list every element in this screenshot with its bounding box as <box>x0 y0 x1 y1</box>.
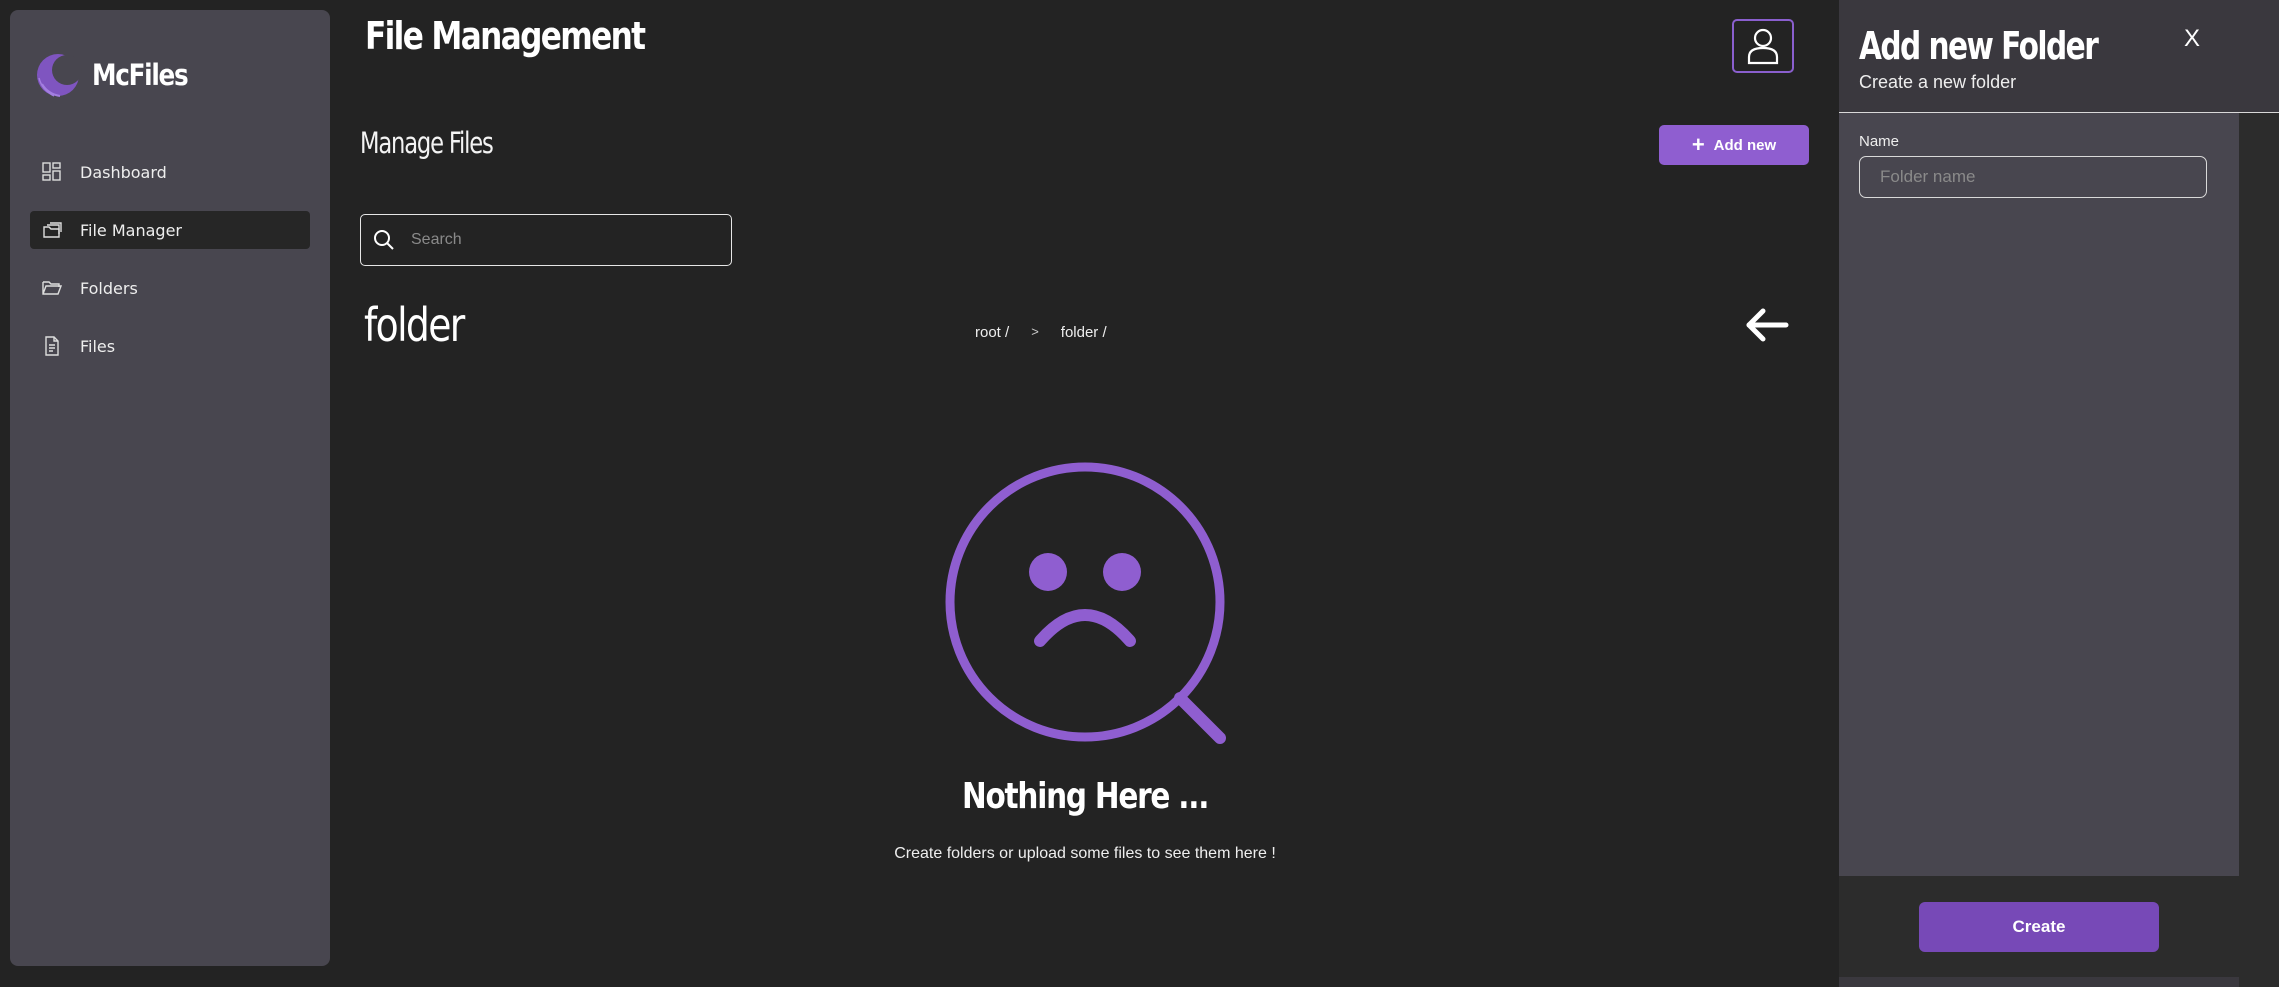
panel-body: Name <box>1839 113 2239 876</box>
dashboard-grid-icon <box>42 162 61 181</box>
empty-state-illustration <box>940 455 1230 755</box>
arrow-left-icon <box>1746 308 1789 342</box>
section-title: Manage Files <box>360 126 494 160</box>
breadcrumb-separator: > <box>1031 324 1039 339</box>
folder-name-input[interactable] <box>1859 156 2207 198</box>
panel-title: Add new Folder <box>1859 24 2099 68</box>
sidebar-item-label: Folders <box>80 278 138 298</box>
sidebar-item-label: File Manager <box>80 220 182 240</box>
user-icon <box>1747 28 1779 65</box>
add-folder-panel: Add new Folder Create a new folder X Nam… <box>1839 0 2279 987</box>
app-name: McFiles <box>92 58 189 92</box>
sidebar-item-file-manager[interactable]: File Manager <box>30 211 310 249</box>
breadcrumb-item-folder[interactable]: folder / <box>1061 324 1107 341</box>
plus-icon: + <box>1691 132 1705 157</box>
sad-search-icon <box>945 462 1226 744</box>
search-input[interactable] <box>409 230 713 250</box>
sidebar-item-label: Dashboard <box>80 162 167 182</box>
back-button[interactable] <box>1744 306 1790 349</box>
breadcrumb-item-root[interactable]: root / <box>975 324 1009 341</box>
panel-header: Add new Folder Create a new folder X <box>1839 0 2279 113</box>
page-title: File Management <box>365 14 646 58</box>
sidebar-item-folders[interactable]: Folders <box>30 269 310 307</box>
create-button[interactable]: Create <box>1919 902 2159 952</box>
sidebar: McFiles Dashboard File Manager Folders F… <box>10 10 330 966</box>
panel-scroll-area <box>2239 113 2279 987</box>
add-new-label: Add new <box>1713 136 1777 154</box>
sidebar-item-files[interactable]: Files <box>30 327 310 365</box>
file-manager-icon <box>43 222 62 238</box>
panel-footer: Create <box>1839 876 2239 977</box>
panel-subtitle: Create a new folder <box>1859 72 2017 92</box>
current-folder-title: folder <box>364 298 465 352</box>
crescent-logo-icon <box>37 54 82 97</box>
app-logo[interactable]: McFiles <box>34 50 204 100</box>
folder-name-label: Name <box>1859 133 1900 150</box>
folder-icon <box>42 281 62 295</box>
user-button[interactable] <box>1732 19 1794 73</box>
add-new-button[interactable]: + Add new <box>1659 125 1809 165</box>
breadcrumb: root / > folder / <box>975 324 1107 341</box>
close-button[interactable]: X <box>2184 25 2200 53</box>
sidebar-item-dashboard[interactable]: Dashboard <box>30 153 310 191</box>
search-icon <box>374 230 394 250</box>
search-box[interactable] <box>360 214 732 266</box>
sidebar-item-label: Files <box>80 336 116 356</box>
file-icon <box>45 336 59 356</box>
sidebar-nav: Dashboard File Manager Folders Files <box>30 153 310 385</box>
